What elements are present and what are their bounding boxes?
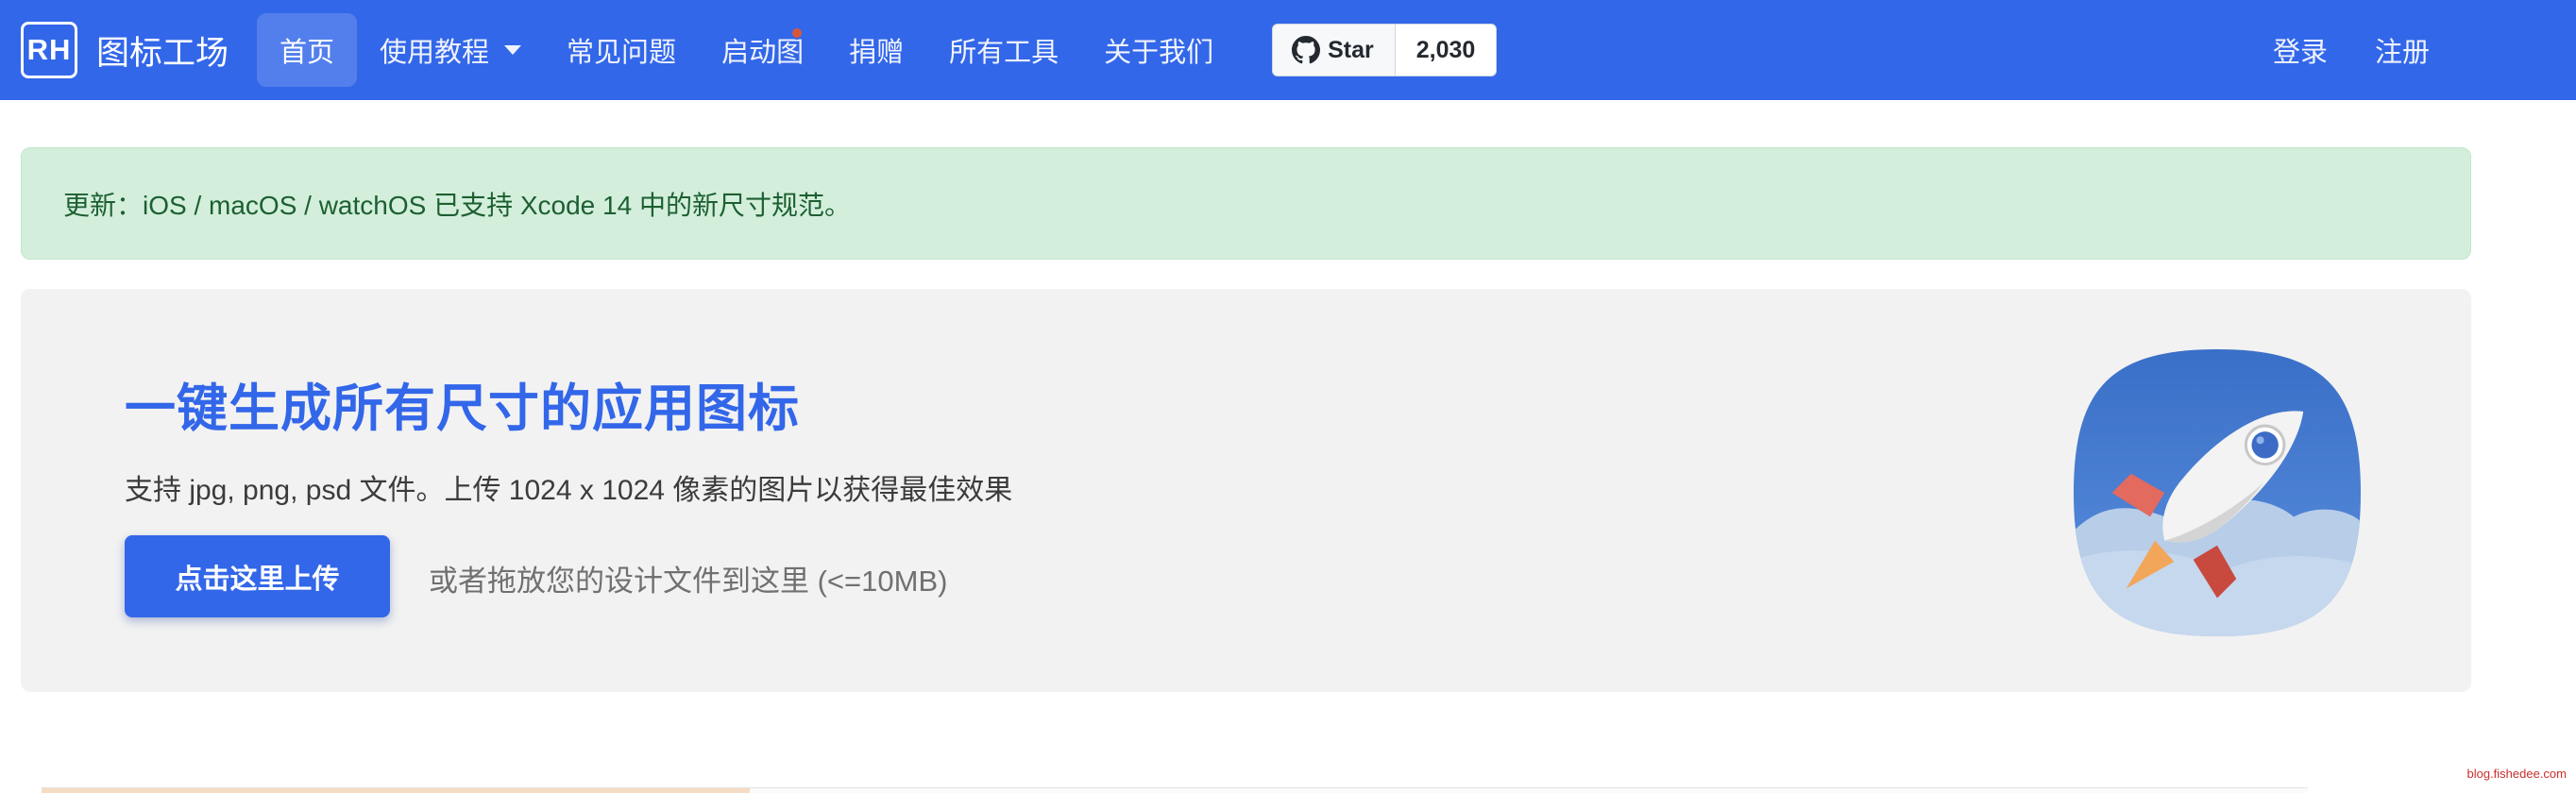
- github-star-count[interactable]: 2,030: [1395, 25, 1497, 76]
- nav-item-label: 所有工具: [949, 38, 1059, 68]
- register-label: 注册: [2374, 38, 2430, 68]
- brand-logo: RH: [21, 22, 77, 78]
- nav-item-label: 使用教程: [380, 38, 490, 68]
- github-icon: [1292, 36, 1321, 64]
- top-navbar: RH 图标工场 首页 使用教程 常见问题 启动图 捐赠 所有工具 关于我们 St…: [0, 0, 2576, 100]
- caret-down-icon: [504, 45, 522, 55]
- nav-links: 首页 使用教程 常见问题 启动图 捐赠 所有工具 关于我们 Star 2,030: [257, 0, 1498, 100]
- watermark: blog.fishedee.com: [2466, 767, 2567, 781]
- nav-item-home[interactable]: 首页: [257, 13, 358, 87]
- login-label: 登录: [2272, 38, 2328, 68]
- login-link[interactable]: 登录: [2249, 13, 2351, 87]
- next-section-left-panel: [42, 788, 750, 793]
- register-link[interactable]: 注册: [2351, 13, 2453, 87]
- github-star-label: Star: [1328, 36, 1374, 63]
- hero-jumbotron: 一键生成所有尺寸的应用图标 支持 jpg, png, psd 文件。上传 102…: [21, 289, 2471, 692]
- nav-item-faq[interactable]: 常见问题: [544, 13, 699, 87]
- notification-dot-icon: [790, 26, 805, 40]
- github-star-widget: Star 2,030: [1272, 24, 1498, 76]
- drop-hint: 或者拖放您的设计文件到这里 (<=10MB): [429, 565, 948, 598]
- nav-item-label: 捐赠: [849, 38, 905, 68]
- nav-item-label: 关于我们: [1104, 38, 1214, 68]
- next-section-edge: [42, 787, 2308, 793]
- nav-item-all-tools[interactable]: 所有工具: [926, 13, 1081, 87]
- update-alert-text: 更新：iOS / macOS / watchOS 已支持 Xcode 14 中的…: [63, 190, 851, 220]
- nav-item-about[interactable]: 关于我们: [1081, 13, 1236, 87]
- brand-link[interactable]: RH 图标工场: [21, 22, 229, 78]
- update-alert: 更新：iOS / macOS / watchOS 已支持 Xcode 14 中的…: [21, 147, 2471, 260]
- rocket-app-icon: [2074, 349, 2361, 636]
- nav-item-label: 常见问题: [567, 38, 677, 68]
- upload-button[interactable]: 点击这里上传: [125, 535, 390, 617]
- github-star-button[interactable]: Star: [1273, 25, 1396, 76]
- nav-item-tutorial-dropdown[interactable]: 使用教程: [357, 13, 544, 87]
- hero-subtitle: 支持 jpg, png, psd 文件。上传 1024 x 1024 像素的图片…: [125, 475, 1013, 506]
- hero-title: 一键生成所有尺寸的应用图标: [125, 380, 800, 437]
- nav-item-launch-screen[interactable]: 启动图: [699, 13, 826, 87]
- brand-name: 图标工场: [96, 34, 229, 72]
- nav-item-label: 首页: [280, 38, 335, 68]
- nav-account: 登录 注册: [2249, 0, 2453, 100]
- nav-item-donate[interactable]: 捐赠: [826, 13, 926, 87]
